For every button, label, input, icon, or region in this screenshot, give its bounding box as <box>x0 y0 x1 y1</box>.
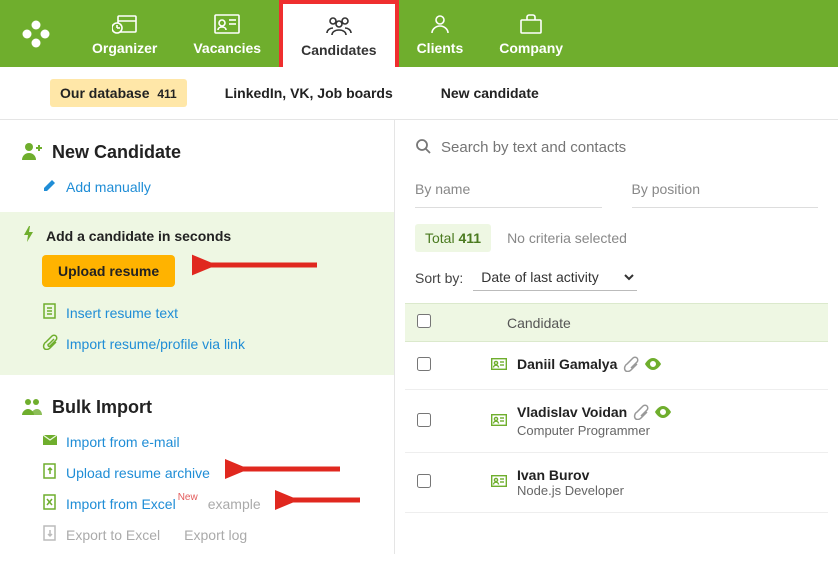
table-row[interactable]: Daniil Gamalya <box>405 342 828 390</box>
paperclip-icon <box>633 404 649 423</box>
nav-candidates[interactable]: Candidates <box>279 0 398 67</box>
search-icon <box>415 138 431 157</box>
tab-new-candidate[interactable]: New candidate <box>431 79 549 107</box>
nav-label: Clients <box>417 40 464 56</box>
nav-label: Vacancies <box>193 40 261 56</box>
new-candidate-header: New Candidate <box>0 138 394 171</box>
id-card-icon <box>491 473 517 492</box>
app-logo <box>16 14 56 54</box>
insert-resume-text-link[interactable]: Insert resume text <box>22 297 372 328</box>
left-panel: New Candidate Add manually Add a candida… <box>0 120 395 554</box>
import-email-link[interactable]: Import from e-mail <box>0 426 394 457</box>
sort-select[interactable]: Date of last activity <box>473 264 637 291</box>
candidate-name: Vladislav Voidan <box>517 404 627 420</box>
users-icon <box>22 397 42 418</box>
tab-sources[interactable]: LinkedIn, VK, Job boards <box>215 79 403 107</box>
link-label: Export log <box>184 527 247 543</box>
link-label: Upload resume archive <box>66 465 210 481</box>
file-excel-icon <box>42 494 58 513</box>
tab-label: Our database <box>60 85 149 101</box>
sub-nav: Our database 411 LinkedIn, VK, Job board… <box>0 67 838 120</box>
nav-label: Company <box>499 40 563 56</box>
search-input[interactable] <box>441 139 818 156</box>
candidate-name: Ivan Burov <box>517 467 589 483</box>
upload-resume-button[interactable]: Upload resume <box>42 255 175 287</box>
nav-label: Organizer <box>92 40 157 56</box>
people-icon <box>325 14 353 38</box>
export-log-link: Export log <box>184 525 247 544</box>
example-link[interactable]: example <box>208 496 261 512</box>
filter-by-name[interactable]: By name <box>415 171 602 208</box>
envelope-icon <box>42 432 58 451</box>
nav-organizer[interactable]: Organizer <box>74 0 175 67</box>
total-count: 411 <box>458 230 481 246</box>
candidate-role: Node.js Developer <box>517 483 816 498</box>
paperclip-icon <box>42 334 58 353</box>
new-badge: New <box>178 492 198 503</box>
table-header: Candidate <box>405 303 828 342</box>
candidate-role: Computer Programmer <box>517 423 816 438</box>
sort-label: Sort by: <box>415 270 463 286</box>
upload-archive-link[interactable]: Upload resume archive <box>42 463 210 482</box>
link-label: Export to Excel <box>66 527 160 543</box>
row-checkbox[interactable] <box>417 413 431 427</box>
document-icon <box>42 303 58 322</box>
pencil-icon <box>42 177 58 196</box>
candidate-name: Daniil Gamalya <box>517 356 617 372</box>
export-excel-link: Export to Excel <box>42 525 160 544</box>
paperclip-icon <box>623 356 639 375</box>
file-export-icon <box>42 525 58 544</box>
link-label: Insert resume text <box>66 305 178 321</box>
section-title: Bulk Import <box>52 397 152 418</box>
table-row[interactable]: Vladislav Voidan Computer Programmer <box>405 390 828 453</box>
annotation-arrow-icon <box>225 457 345 481</box>
tab-our-database[interactable]: Our database 411 <box>50 79 187 107</box>
table-row[interactable]: Ivan BurovNode.js Developer <box>405 453 828 513</box>
id-card-icon <box>214 12 240 36</box>
calendar-clock-icon <box>112 12 138 36</box>
column-header: Candidate <box>507 315 571 331</box>
nav-clients[interactable]: Clients <box>399 0 482 67</box>
import-excel-link[interactable]: Import from Excel <box>42 494 176 513</box>
criteria-status: No criteria selected <box>507 230 627 246</box>
link-label: Import resume/profile via link <box>66 336 245 352</box>
quick-add-box: Add a candidate in seconds Upload resume… <box>0 212 394 375</box>
add-manually-link[interactable]: Add manually <box>0 171 394 202</box>
nav-company[interactable]: Company <box>481 0 581 67</box>
select-all-checkbox[interactable] <box>417 314 431 328</box>
import-via-link[interactable]: Import resume/profile via link <box>22 328 372 359</box>
file-upload-icon <box>42 463 58 482</box>
row-checkbox[interactable] <box>417 357 431 371</box>
annotation-arrow-icon <box>275 488 365 512</box>
annotation-arrow-icon <box>192 252 322 278</box>
section-title: New Candidate <box>52 142 181 163</box>
box-title: Add a candidate in seconds <box>46 228 231 244</box>
briefcase-icon <box>519 12 543 36</box>
filter-by-position[interactable]: By position <box>632 171 819 208</box>
bulk-import-header: Bulk Import <box>0 393 394 426</box>
nav-label: Candidates <box>301 42 376 58</box>
tab-count: 411 <box>157 87 176 101</box>
link-label: Add manually <box>66 179 151 195</box>
eye-icon <box>655 404 671 423</box>
id-card-icon <box>491 356 517 375</box>
right-panel: By name By position Total 411 No criteri… <box>395 120 838 554</box>
link-label: Import from e-mail <box>66 434 180 450</box>
link-label: Import from Excel <box>66 496 176 512</box>
nav-vacancies[interactable]: Vacancies <box>175 0 279 67</box>
top-nav: Organizer Vacancies Candidates Clients C… <box>0 0 838 67</box>
id-card-icon <box>491 412 517 431</box>
bolt-icon <box>22 226 38 245</box>
total-badge: Total 411 <box>415 224 491 252</box>
person-icon <box>429 12 451 36</box>
eye-icon <box>645 356 661 375</box>
total-label: Total <box>425 230 455 246</box>
add-user-icon <box>22 142 42 163</box>
row-checkbox[interactable] <box>417 474 431 488</box>
